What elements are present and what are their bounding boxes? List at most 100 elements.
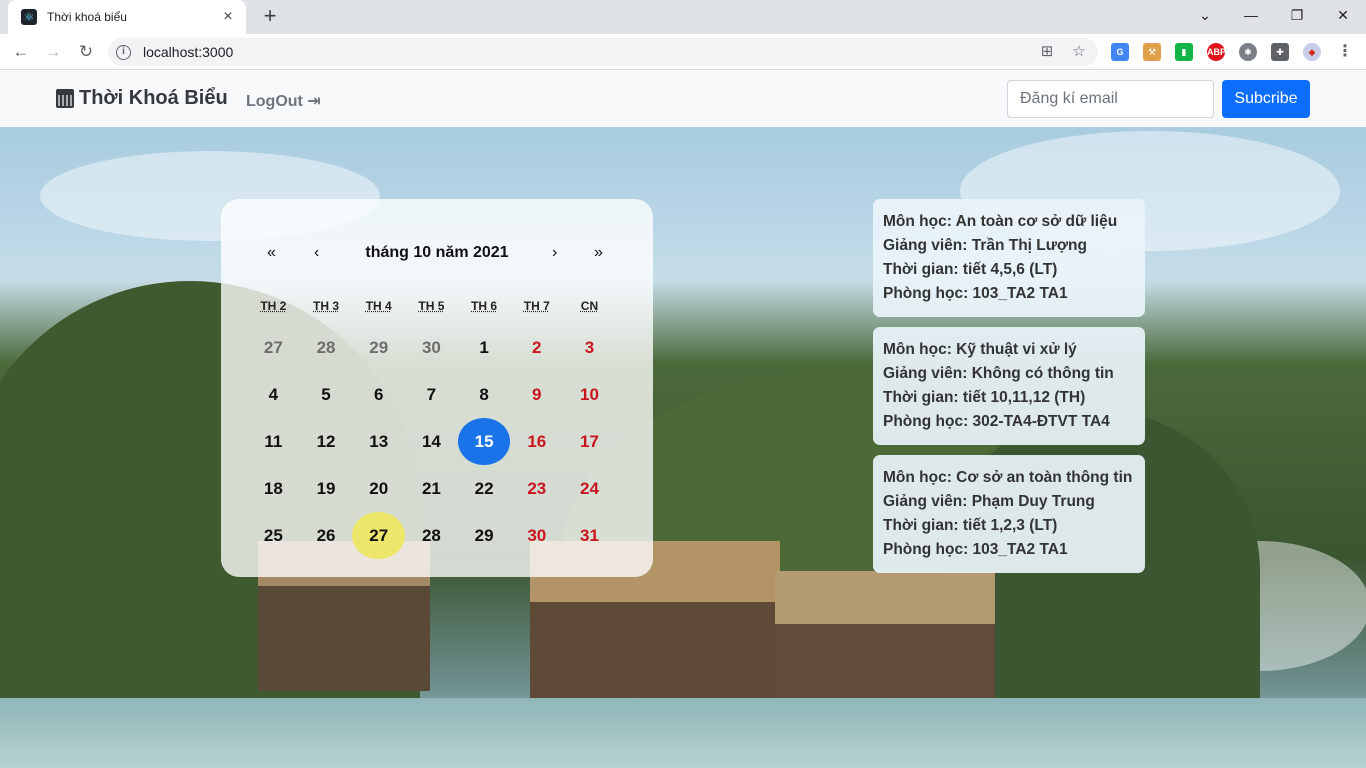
calendar-day[interactable]: 31 — [563, 512, 616, 559]
calendar-day[interactable]: 29 — [352, 324, 405, 371]
calendar-day[interactable]: 28 — [300, 324, 353, 371]
new-tab-icon[interactable]: + — [258, 5, 282, 29]
schedule-room: Phòng học: 103_TA2 TA1 — [883, 541, 1068, 558]
calendar-day[interactable]: 30 — [510, 512, 563, 559]
schedule-room: Phòng học: 302-TA4-ĐTVT TA4 — [883, 413, 1110, 430]
calendar-day[interactable]: 4 — [247, 371, 300, 418]
calendar-day[interactable]: 16 — [510, 418, 563, 465]
calendar-day[interactable]: 8 — [458, 371, 511, 418]
calendar-day[interactable]: 30 — [405, 324, 458, 371]
calendar-day[interactable]: 28 — [405, 512, 458, 559]
react-favicon-icon: ⚛ — [21, 9, 37, 25]
schedule-teacher: Giảng viên: Trần Thị Lượng — [883, 237, 1087, 254]
calendar-day[interactable]: 20 — [352, 465, 405, 512]
schedule-subject: Môn học: Cơ sở an toàn thông tin — [883, 469, 1133, 486]
calendar-day[interactable]: 17 — [563, 418, 616, 465]
tab-search-icon[interactable]: ⌄ — [1182, 0, 1228, 30]
translate-icon[interactable]: ⊞ — [1038, 43, 1056, 61]
calendar-day[interactable]: 5 — [300, 371, 353, 418]
weekday-label: TH 7 — [523, 299, 550, 313]
calendar-day[interactable]: 23 — [510, 465, 563, 512]
schedule-subject: Môn học: Kỹ thuật vi xử lý — [883, 341, 1077, 358]
forward-icon[interactable]: → — [40, 39, 66, 65]
calendar-week-row: 27 28 29 30 1 2 3 — [247, 324, 627, 371]
calendar-day[interactable]: 19 — [300, 465, 353, 512]
calendar-day[interactable]: 22 — [458, 465, 511, 512]
calendar-day[interactable]: 26 — [300, 512, 353, 559]
calendar-day[interactable]: 12 — [300, 418, 353, 465]
calendar-day[interactable]: 27 — [352, 512, 406, 559]
calendar-day[interactable]: 27 — [247, 324, 300, 371]
prev-year-button[interactable]: « — [267, 239, 276, 267]
calendar-day[interactable]: 24 — [563, 465, 616, 512]
browser-tab[interactable]: ⚛ Thời khoá biểu × — [8, 0, 246, 34]
calendar-day[interactable]: 25 — [247, 512, 300, 559]
logout-link[interactable]: LogOut ⇥ — [246, 91, 321, 111]
bug-ext-icon[interactable]: ✱ — [1239, 43, 1257, 61]
profile-avatar[interactable]: ◆ — [1303, 43, 1321, 61]
calendar-day[interactable]: 18 — [247, 465, 300, 512]
calendar-day[interactable]: 6 — [352, 371, 405, 418]
menu-kebab-icon[interactable]: ⋮ — [1336, 43, 1354, 61]
calendar-week-row: 4 5 6 7 8 9 10 — [247, 371, 627, 418]
minimize-icon[interactable]: — — [1228, 0, 1274, 30]
restore-icon[interactable]: ❐ — [1274, 0, 1320, 30]
calendar-day[interactable]: 14 — [405, 418, 458, 465]
weekday-label: CN — [580, 299, 599, 313]
schedule-card: Môn học: Cơ sở an toàn thông tin Giảng vi… — [873, 455, 1145, 573]
calendar-day[interactable]: 1 — [458, 324, 511, 371]
brand[interactable]: Thời Khoá Biểu — [56, 87, 228, 110]
schedule-time: Thời gian: tiết 10,11,12 (TH) — [883, 389, 1086, 406]
calendar-week-row: 11 12 13 14 15 16 17 — [247, 418, 627, 465]
reload-icon[interactable]: ↻ — [73, 39, 99, 65]
calendar: « ‹ tháng 10 năm 2021 › » TH 2 TH 3 TH 4 TH… — [221, 199, 653, 577]
browser-toolbar: ← → ↻ i localhost:3000 ⊞ ☆ G ⚒ ▮ ABP ✱ ✚… — [0, 34, 1366, 70]
calendar-day[interactable]: 3 — [563, 324, 616, 371]
calendar-month-label[interactable]: tháng 10 năm 2021 — [317, 239, 557, 267]
hut-shape — [775, 571, 995, 711]
tab-title: Thời khoá biểu — [47, 10, 127, 24]
schedule-teacher: Giảng viên: Không có thông tin — [883, 365, 1114, 382]
google-translate-ext-icon[interactable]: G — [1111, 43, 1129, 61]
url-text[interactable]: localhost:3000 — [143, 44, 233, 60]
next-month-button[interactable]: › — [552, 239, 557, 267]
email-input[interactable] — [1007, 80, 1214, 118]
extensions-puzzle-icon[interactable]: ✚ — [1271, 43, 1289, 61]
weekday-label: TH 6 — [471, 299, 498, 313]
brand-text: Thời Khoá Biểu — [79, 87, 228, 109]
bookmark-star-icon[interactable]: ☆ — [1070, 43, 1088, 61]
next-year-button[interactable]: » — [594, 239, 603, 267]
navbar: Thời Khoá Biểu LogOut ⇥ Subcribe — [0, 71, 1366, 127]
calendar-day[interactable]: 2 — [510, 324, 563, 371]
weekday-label: TH 4 — [365, 299, 392, 313]
calendar-days-grid: 27 28 29 30 1 2 3 4 5 6 7 8 9 10 11 12 13 14 15 16 17 18 19 20 2… — [247, 324, 627, 559]
sign-out-icon: ⇥ — [307, 93, 321, 110]
calendar-day[interactable]: 15 — [457, 418, 511, 465]
close-window-icon[interactable]: ✕ — [1320, 0, 1366, 30]
bookmark-ext-icon[interactable]: ▮ — [1175, 43, 1193, 61]
address-bar[interactable]: i localhost:3000 ⊞ ☆ — [108, 38, 1098, 66]
back-icon[interactable]: ← — [8, 39, 34, 65]
calendar-icon — [56, 89, 74, 108]
weekday-label: TH 5 — [418, 299, 445, 313]
weekday-label: TH 2 — [260, 299, 287, 313]
calendar-day[interactable]: 9 — [510, 371, 563, 418]
schedule-card: Môn học: An toàn cơ sở dữ liệu Giảng viên… — [873, 199, 1145, 317]
calendar-day[interactable]: 7 — [405, 371, 458, 418]
calendar-day[interactable]: 21 — [405, 465, 458, 512]
site-info-icon[interactable]: i — [116, 44, 131, 60]
calendar-day[interactable]: 11 — [247, 418, 300, 465]
calendar-week-row: 18 19 20 21 22 23 24 — [247, 465, 627, 512]
subscribe-button[interactable]: Subcribe — [1222, 80, 1310, 118]
adblock-ext-icon[interactable]: ABP — [1207, 43, 1226, 61]
page: Thời Khoá Biểu LogOut ⇥ Subcribe « ‹ thá… — [0, 71, 1366, 768]
close-tab-icon[interactable]: × — [220, 9, 236, 25]
sea-shape — [0, 698, 1366, 768]
logout-label: LogOut — [246, 93, 303, 110]
calendar-navigation: « ‹ tháng 10 năm 2021 › » — [257, 239, 617, 267]
calendar-day[interactable]: 13 — [352, 418, 405, 465]
schedule-time: Thời gian: tiết 4,5,6 (LT) — [883, 261, 1058, 278]
calendar-day[interactable]: 29 — [458, 512, 511, 559]
calendar-day[interactable]: 10 — [563, 371, 616, 418]
hammer-ext-icon[interactable]: ⚒ — [1143, 43, 1161, 61]
